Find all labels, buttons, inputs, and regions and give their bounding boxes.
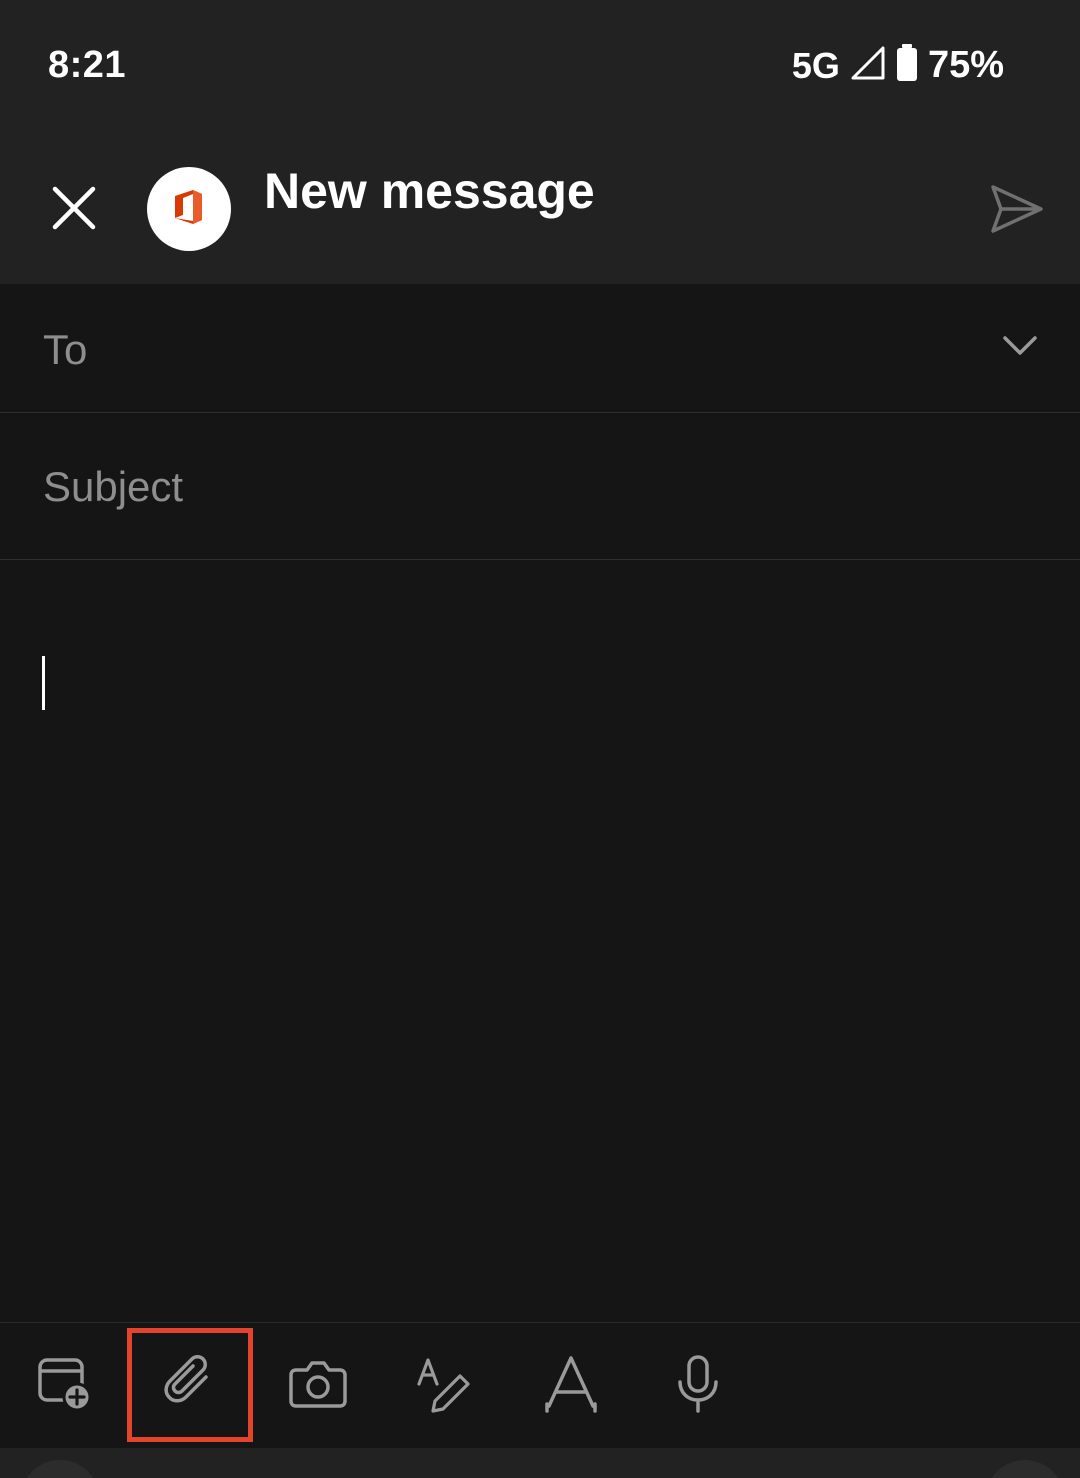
page-title: New message [264, 163, 595, 219]
send-button[interactable] [982, 178, 1052, 244]
compose-toolbar [0, 1322, 1080, 1448]
status-bar: 8:21 5G 75% [0, 0, 1080, 140]
subject-field[interactable]: Subject [0, 413, 1080, 560]
nav-button-left[interactable] [20, 1460, 100, 1478]
compose-header: New message [0, 140, 1080, 284]
expand-recipients-button[interactable] [1000, 328, 1040, 368]
office-logo-icon [169, 187, 209, 232]
system-nav-bar [0, 1448, 1080, 1478]
dictate-button[interactable] [648, 1333, 748, 1439]
account-avatar[interactable] [147, 167, 231, 251]
message-body-input[interactable] [0, 560, 1080, 1322]
text-format-button[interactable] [521, 1333, 621, 1439]
attach-file-button[interactable] [127, 1328, 253, 1442]
status-time: 8:21 [48, 44, 127, 86]
text-format-icon [543, 1354, 599, 1419]
text-cursor [42, 656, 45, 710]
network-type: 5G [791, 44, 840, 86]
close-button[interactable] [38, 174, 110, 246]
battery-icon [896, 44, 918, 87]
close-icon [51, 185, 97, 236]
camera-button[interactable] [268, 1333, 368, 1439]
microphone-icon [674, 1354, 722, 1419]
signal-icon [850, 45, 886, 86]
subject-field-placeholder: Subject [43, 463, 184, 510]
nav-button-right[interactable] [985, 1460, 1065, 1478]
ink-pen-icon [415, 1354, 475, 1419]
to-field[interactable]: To [0, 284, 1080, 413]
status-indicators: 5G 75% [792, 44, 1004, 87]
send-icon [989, 183, 1045, 240]
calendar-add-icon [35, 1354, 95, 1419]
calendar-add-button[interactable] [15, 1333, 115, 1439]
ink-button[interactable] [395, 1333, 495, 1439]
camera-icon [288, 1356, 348, 1417]
to-field-placeholder: To [43, 326, 88, 373]
paperclip-icon [160, 1353, 220, 1418]
chevron-down-icon [1002, 335, 1038, 362]
battery-percent: 75% [927, 44, 1004, 86]
